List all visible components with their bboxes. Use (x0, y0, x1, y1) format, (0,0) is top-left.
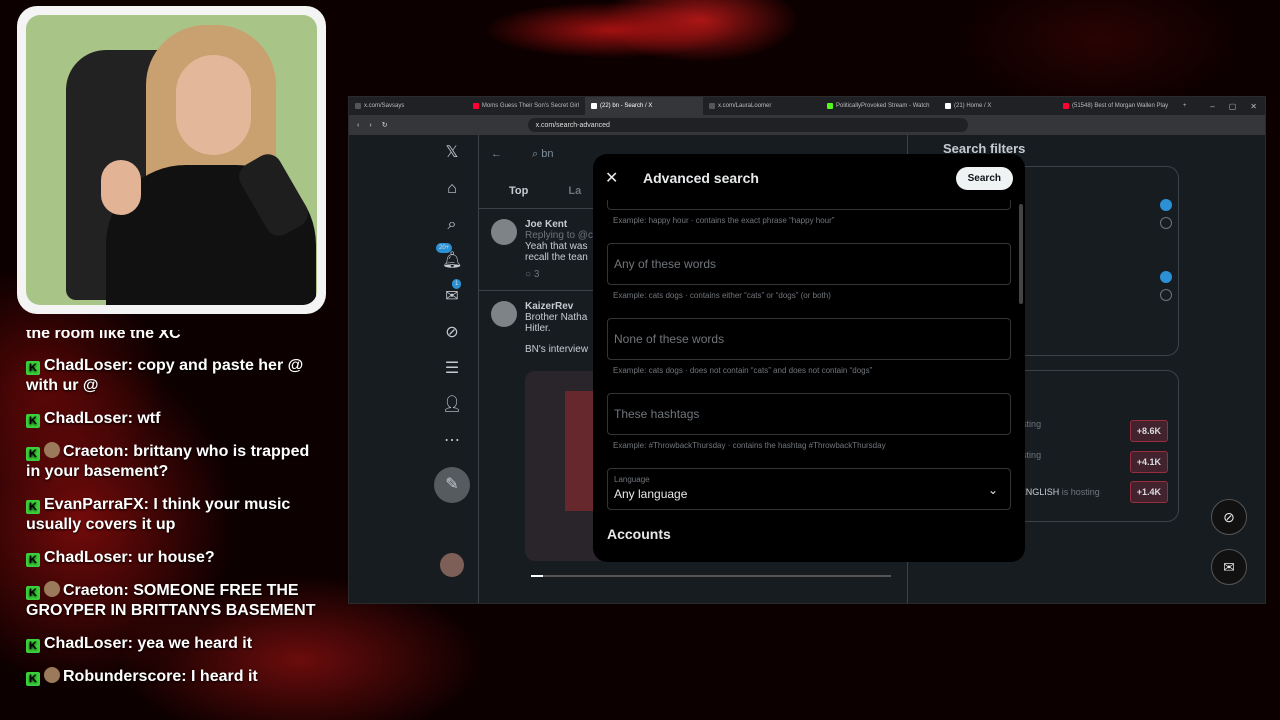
address-bar-row: ‹ › ↻ x.com/search-advanced (349, 115, 1265, 135)
reload-icon[interactable]: ↻ (382, 121, 388, 129)
kick-icon: K (26, 672, 40, 686)
tab-label: PoliticallyProvoked Stream - Watch (836, 103, 930, 109)
any-words-example: Example: cats dogs · contains either “ca… (613, 291, 831, 300)
tab-label: Moms Guess Their Son's Secret Girl (481, 103, 579, 109)
kick-icon: K (26, 639, 40, 653)
chat-user: Robunderscore (63, 668, 182, 685)
none-words-field[interactable]: None of these words (607, 318, 1011, 360)
kick-icon: K (26, 553, 40, 567)
language-select[interactable]: Language Any language ⌄ (607, 468, 1011, 510)
language-value: Any language (614, 487, 688, 501)
chat-text: I heard it (191, 668, 258, 685)
language-label: Language (614, 475, 650, 484)
chat-message: K EvanParraFX: I think your music usually… (26, 496, 291, 533)
favicon-icon (827, 103, 833, 109)
favicon-icon (709, 103, 715, 109)
browser-tab[interactable]: Moms Guess Their Son's Secret Girl (467, 97, 585, 115)
hashtags-field[interactable]: These hashtags (607, 393, 1011, 435)
kick-icon: K (26, 361, 40, 375)
webcam-overlay (17, 6, 326, 314)
minimize-icon[interactable]: – (1210, 102, 1214, 111)
exact-phrase-field[interactable] (607, 200, 1011, 210)
dialog-title: Advanced search (643, 170, 759, 186)
chat-message: K ChadLoser: copy and paste her @ with ur… (26, 357, 304, 394)
browser-tab[interactable]: (21) Home / X (939, 97, 1057, 115)
advanced-search-dialog: ✕ Advanced search Search Example: happy … (593, 154, 1025, 562)
chat-message: K Craeton: SOMEONE FREE THE GROYPER IN BR… (26, 581, 316, 619)
kick-icon: K (26, 586, 40, 600)
kick-icon: K (26, 447, 40, 461)
maximize-icon[interactable]: ▢ (1229, 102, 1237, 111)
chevron-down-icon: ⌄ (987, 483, 998, 497)
video-progress[interactable] (531, 575, 891, 577)
tab-label: (51548) Best of Morgan Wallen Play (1072, 103, 1169, 109)
url-field[interactable]: x.com/search-advanced (527, 118, 968, 132)
back-icon[interactable]: ‹ (357, 122, 359, 129)
chat-cut-line: the room like the XC (26, 330, 181, 342)
close-icon[interactable]: ✕ (605, 168, 631, 188)
kick-icon: K (26, 500, 40, 514)
kick-icon: K (26, 414, 40, 428)
hashtags-placeholder: These hashtags (614, 407, 700, 421)
any-words-field[interactable]: Any of these words (607, 243, 1011, 285)
browser-tab[interactable]: (22) bn - Search / X (585, 97, 703, 115)
favicon-icon (591, 103, 597, 109)
tab-label: (22) bn - Search / X (600, 103, 653, 109)
tab-label: (21) Home / X (954, 103, 992, 109)
new-tab-icon[interactable]: + (1175, 103, 1195, 109)
favicon-icon (945, 103, 951, 109)
webcam-feed (26, 15, 317, 305)
browser-tab[interactable]: x.com/Savsays (349, 97, 467, 115)
chat-message: K ChadLoser: wtf (26, 409, 326, 429)
forward-icon[interactable]: › (369, 122, 371, 129)
chat-avatar (44, 442, 60, 458)
tab-strip: x.com/Savsays Moms Guess Their Son's Secr… (349, 97, 1265, 115)
chat-message: K ChadLoser: yea we heard it (26, 634, 326, 654)
messages-float-icon[interactable]: ✉︎ (1211, 549, 1247, 585)
chat-text: ur house? (137, 549, 215, 566)
grok-float-icon[interactable]: ⊘ (1211, 499, 1247, 535)
close-window-icon[interactable]: ✕ (1250, 102, 1257, 111)
tab-label: x.com/LauraLoomer (718, 103, 772, 109)
browser-tab[interactable]: PoliticallyProvoked Stream - Watch (821, 97, 939, 115)
chat-user: Craeton (63, 582, 124, 599)
url-text: x.com/search-advanced (535, 121, 610, 129)
browser-window: x.com/Savsays Moms Guess Their Son's Secr… (348, 96, 1266, 604)
accounts-heading: Accounts (607, 526, 671, 542)
chat-avatar (44, 667, 60, 683)
dialog-scrollbar[interactable] (1019, 204, 1023, 304)
chat-user: ChadLoser (44, 357, 128, 374)
chat-user: ChadLoser (44, 635, 128, 652)
chat-user: ChadLoser (44, 410, 128, 427)
chat-user: ChadLoser (44, 549, 128, 566)
favicon-icon (473, 103, 479, 109)
favicon-icon (1063, 103, 1069, 109)
any-words-placeholder: Any of these words (614, 257, 717, 271)
chat-text: wtf (137, 410, 161, 427)
chat-message: K Craeton: brittany who is trapped in you… (26, 442, 310, 480)
none-words-example: Example: cats dogs · does not contain “c… (613, 366, 873, 375)
chat-message: K ChadLoser: ur house? (26, 548, 326, 568)
chat-user: Craeton (63, 443, 124, 460)
chat-message: K Robunderscore: I heard it (26, 667, 326, 687)
exact-phrase-example: Example: happy hour · contains the exact… (613, 216, 835, 225)
chat-user: EvanParraFX (44, 496, 144, 513)
chat-avatar (44, 581, 60, 597)
search-button[interactable]: Search (955, 166, 1013, 190)
tab-label: x.com/Savsays (364, 103, 405, 109)
chat-text: yea we heard it (137, 635, 253, 652)
none-words-placeholder: None of these words (614, 332, 725, 346)
hashtags-example: Example: #ThrowbackThursday · contains t… (613, 441, 886, 450)
browser-tab[interactable]: x.com/LauraLoomer (703, 97, 821, 115)
favicon-icon (355, 103, 361, 109)
stream-chat: the room like the XC K ChadLoser: copy an… (26, 330, 326, 700)
browser-tab[interactable]: (51548) Best of Morgan Wallen Play (1057, 97, 1175, 115)
